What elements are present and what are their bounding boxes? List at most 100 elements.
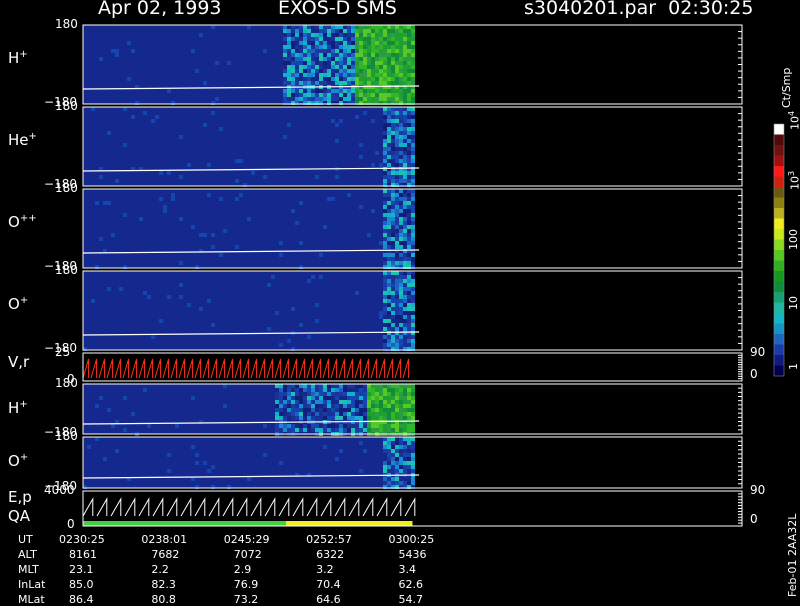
cell [371, 93, 375, 97]
cell [395, 73, 399, 77]
cell [403, 111, 407, 115]
cell [355, 33, 359, 37]
cell [383, 57, 387, 61]
cell [395, 217, 399, 221]
cell [291, 37, 295, 41]
cell [383, 303, 387, 307]
cell [383, 201, 387, 205]
cell [411, 135, 415, 139]
panel-7 [82, 490, 743, 527]
cell [179, 175, 183, 179]
cell [343, 57, 347, 61]
cell [403, 65, 407, 69]
cell [331, 412, 335, 416]
cell [391, 159, 395, 163]
cell [343, 33, 347, 37]
cell [279, 388, 283, 392]
cell [315, 303, 319, 307]
cell [267, 283, 271, 287]
cell [359, 73, 363, 77]
cell [367, 53, 371, 57]
cell [287, 428, 291, 432]
cell [347, 396, 351, 400]
cell [359, 45, 363, 49]
cell [403, 119, 407, 123]
cell [391, 400, 395, 404]
cell [355, 69, 359, 73]
cell [407, 123, 411, 127]
cell [403, 279, 407, 283]
cell [343, 400, 347, 404]
cell [319, 384, 323, 388]
cell [407, 229, 411, 233]
cell [343, 412, 347, 416]
cell [407, 209, 411, 213]
cell [407, 469, 411, 473]
cell [319, 25, 323, 29]
cell [399, 61, 403, 65]
cell [411, 81, 415, 85]
cell [347, 392, 351, 396]
cell [303, 400, 307, 404]
cell [391, 477, 395, 481]
cell [339, 392, 343, 396]
cell [291, 384, 295, 388]
cell [159, 319, 163, 323]
cell [295, 81, 299, 85]
cell [347, 57, 351, 61]
cell [363, 392, 367, 396]
cell [411, 299, 415, 303]
cell [403, 53, 407, 57]
cell [367, 392, 371, 396]
cell [291, 396, 295, 400]
cell [355, 404, 359, 408]
cell [391, 237, 395, 241]
cell [375, 57, 379, 61]
cell [391, 131, 395, 135]
cell [303, 97, 307, 101]
cell [351, 89, 355, 93]
cell [379, 57, 383, 61]
cell [335, 424, 339, 428]
cell [391, 257, 395, 261]
cell [399, 127, 403, 131]
cell [279, 404, 283, 408]
cell [411, 453, 415, 457]
cell [387, 139, 391, 143]
cell [279, 461, 283, 465]
cell [331, 33, 335, 37]
cell [339, 400, 343, 404]
cell [359, 155, 363, 159]
cell [399, 449, 403, 453]
cell [375, 73, 379, 77]
cell [351, 404, 355, 408]
cell [379, 311, 383, 315]
cell [367, 89, 371, 93]
cell [403, 424, 407, 428]
cell [371, 61, 375, 65]
cell [395, 205, 399, 209]
cell [391, 441, 395, 445]
cell [395, 384, 399, 388]
cell [387, 57, 391, 61]
cell [347, 69, 351, 73]
cell [379, 388, 383, 392]
cell [383, 69, 387, 73]
cell [407, 225, 411, 229]
cell [407, 253, 411, 257]
cell [311, 25, 315, 29]
cell [407, 45, 411, 49]
cell [363, 404, 367, 408]
cell [379, 315, 383, 319]
cell [303, 53, 307, 57]
cell [235, 159, 239, 163]
cell [291, 49, 295, 53]
cell [391, 25, 395, 29]
cell [375, 53, 379, 57]
cell [407, 315, 411, 319]
cell [335, 53, 339, 57]
cell [319, 49, 323, 53]
cell [351, 41, 355, 45]
cell [395, 481, 399, 485]
cell [295, 37, 299, 41]
